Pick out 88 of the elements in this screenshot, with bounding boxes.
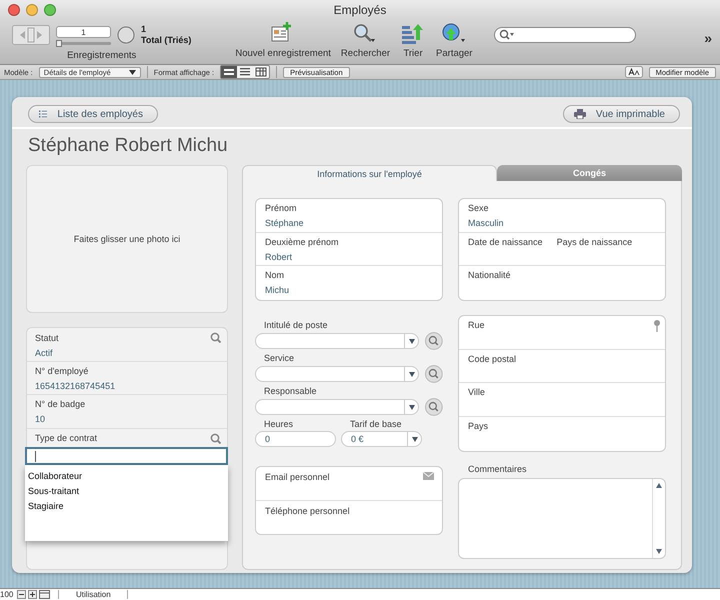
- employee-list-button[interactable]: Liste des employés: [28, 105, 158, 123]
- field-label: Deuxième prénom: [265, 236, 339, 247]
- toolbar-label: Enregistrements: [67, 49, 136, 61]
- lookup-button[interactable]: [425, 332, 443, 350]
- search-icon: [210, 432, 221, 444]
- employee-name: Stéphane Robert Michu: [27, 134, 229, 158]
- field-value[interactable]: Actif: [35, 343, 221, 358]
- hours-field[interactable]: 0: [255, 431, 336, 448]
- field-label: Service: [263, 352, 296, 366]
- pie-icon: [117, 26, 135, 44]
- field-value[interactable]: 1654132168745451: [35, 376, 221, 390]
- field-label: Type de contrat: [35, 433, 98, 443]
- toolbar-button[interactable]: Trier: [403, 46, 423, 59]
- toolbar-button[interactable]: Nouvel enregistrement: [235, 46, 331, 59]
- lookup-button[interactable]: [425, 398, 443, 416]
- field-label: Prénom: [265, 203, 297, 213]
- menu-option[interactable]: Sous-traitant: [25, 484, 228, 499]
- menu-option[interactable]: Collaborateur: [25, 469, 228, 484]
- field-label: Code postal: [468, 354, 516, 364]
- field-label: Pays de naissance: [556, 236, 632, 247]
- field-label: N° de badge: [35, 399, 86, 409]
- window-title: Employés: [332, 3, 388, 17]
- field-label: Nom: [265, 270, 284, 280]
- scroll-up-icon: [656, 482, 662, 488]
- search-icon: [210, 332, 221, 343]
- field-label: Rue: [468, 320, 485, 330]
- field-label: Nationalité: [468, 270, 511, 280]
- menu-option[interactable]: Stagiaire: [25, 499, 228, 514]
- field-label: Email personnel: [265, 472, 330, 482]
- zoom-in-icon[interactable]: [28, 590, 38, 599]
- field-label: Intitulé de poste: [263, 319, 329, 332]
- caret-icon: [408, 404, 415, 410]
- zoom-button[interactable]: [44, 4, 56, 16]
- caret-icon: [412, 436, 418, 442]
- field-value[interactable]: Michu: [265, 280, 433, 296]
- list-icon: [39, 109, 48, 119]
- field-value[interactable]: Robert: [265, 246, 433, 262]
- count-label: Total (Triés): [141, 35, 192, 46]
- mode-label: Utilisation: [58, 590, 128, 599]
- scrollbar[interactable]: [652, 478, 665, 558]
- caret-icon: [128, 70, 136, 74]
- field-value[interactable]: Masculin: [468, 213, 656, 228]
- field-label: Pays: [468, 421, 488, 432]
- photo-hint: Faites glisser une photo ici: [74, 234, 180, 244]
- toolbar-button[interactable]: Rechercher: [340, 46, 390, 59]
- field-label: Téléphone personnel: [265, 506, 350, 516]
- scroll-down-icon: [656, 548, 662, 554]
- dropdown-field[interactable]: [255, 366, 420, 382]
- dropdown-field[interactable]: [255, 399, 420, 416]
- text-format-icon[interactable]: [624, 66, 643, 78]
- field-label: Ville: [468, 387, 485, 398]
- toolbar-button[interactable]: Partager: [436, 46, 472, 59]
- record-number-field[interactable]: 1: [56, 26, 111, 38]
- caret-icon: [408, 372, 415, 377]
- caret-icon: [408, 338, 415, 344]
- zoom-level: 100: [0, 590, 14, 599]
- toolbar-toggle-icon[interactable]: [39, 590, 50, 599]
- field-label: Heures: [263, 418, 294, 432]
- comments-field[interactable]: [458, 478, 666, 559]
- tab[interactable]: Informations sur l'employé: [242, 165, 497, 181]
- rate-dropdown[interactable]: 0 €: [341, 431, 422, 448]
- search-icon: [499, 29, 516, 41]
- close-button[interactable]: [8, 4, 20, 16]
- dropdown-field[interactable]: [255, 333, 420, 350]
- envelope-icon: [423, 472, 434, 480]
- search-field[interactable]: [494, 27, 636, 43]
- field-label: Statut: [35, 332, 59, 342]
- field-label: N° d'employé: [35, 366, 88, 376]
- field-label: Commentaires: [467, 462, 528, 476]
- field-label: Tarif de base: [349, 418, 403, 432]
- record-count: 1: [141, 24, 148, 35]
- lookup-button[interactable]: [425, 365, 443, 384]
- zoom-out-icon[interactable]: [17, 590, 26, 599]
- overflow-button[interactable]: »: [704, 30, 712, 46]
- contract-type-input[interactable]: [25, 446, 228, 464]
- printer-icon: [574, 109, 586, 119]
- field-label: Responsable: [263, 385, 318, 398]
- field-value[interactable]: 10: [35, 409, 221, 424]
- pin-icon: [654, 320, 660, 332]
- print-view-button[interactable]: Vue imprimable: [562, 105, 680, 123]
- field-label: Date de naissance: [468, 236, 543, 247]
- minimize-button[interactable]: [26, 4, 38, 16]
- form-view-icon[interactable]: [221, 66, 238, 78]
- photo-container[interactable]: Faites glisser une photo ici: [26, 165, 228, 313]
- field-label: Sexe: [468, 203, 489, 213]
- record-slider[interactable]: [56, 42, 111, 44]
- table-view-icon[interactable]: [253, 66, 270, 78]
- field-value[interactable]: Stéphane: [265, 213, 433, 228]
